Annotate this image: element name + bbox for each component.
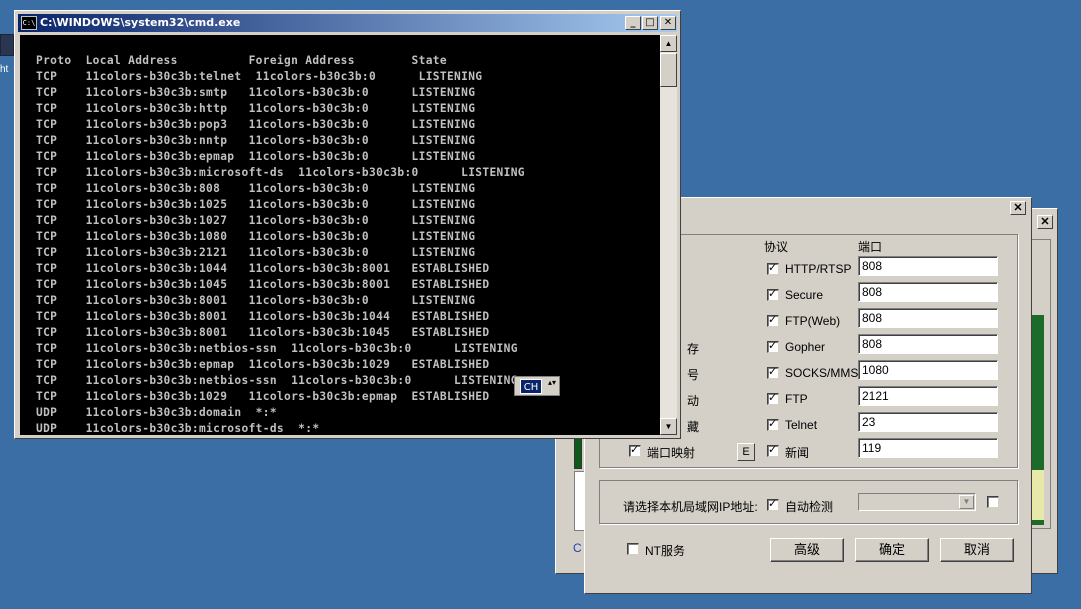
lan-ip-select[interactable]: ▼ bbox=[858, 493, 976, 511]
nt-service-checkbox[interactable] bbox=[627, 543, 639, 555]
ime-options-icon[interactable]: ▴▾ bbox=[546, 379, 558, 394]
news-checkbox[interactable] bbox=[767, 443, 779, 457]
http-rtsp-checkbox[interactable] bbox=[767, 261, 779, 275]
socks-mms-label: SOCKS/MMS bbox=[785, 366, 859, 380]
ftp-web-checkbox[interactable] bbox=[767, 313, 779, 327]
left-option-label-2: 号 bbox=[687, 368, 700, 382]
background-yellow-meter bbox=[1030, 470, 1044, 520]
ok-button[interactable]: 确定 bbox=[855, 538, 929, 562]
telnet-checkbox[interactable] bbox=[767, 417, 779, 431]
port-mapping-label: 端口映射 bbox=[647, 446, 696, 460]
scrollbar-thumb[interactable] bbox=[660, 53, 677, 87]
lan-ip-label: 请选择本机局域网IP地址: bbox=[623, 500, 758, 514]
telnet-port-field[interactable]: 23 bbox=[858, 412, 998, 432]
ime-language-indicator[interactable]: CH bbox=[520, 379, 542, 394]
netstat-output-text: Proto Local Address Foreign Address Stat… bbox=[36, 54, 525, 435]
secure-port-field[interactable]: 808 bbox=[858, 282, 998, 302]
auto-detect-label: 自动检测 bbox=[785, 500, 834, 514]
scroll-down-icon[interactable]: ▼ bbox=[660, 418, 677, 435]
telnet-label: Telnet bbox=[785, 418, 818, 432]
vertical-scrollbar[interactable]: ▲ ▼ bbox=[660, 35, 677, 435]
console-icon[interactable]: C:\ bbox=[21, 16, 37, 30]
background-link-text: C bbox=[573, 541, 582, 555]
protocol-column-header: 协议 bbox=[764, 240, 789, 254]
http-rtsp-label: HTTP/RTSP bbox=[785, 262, 852, 276]
gopher-checkbox[interactable] bbox=[767, 339, 779, 353]
cmd-window-title: C:\WINDOWS\system32\cmd.exe bbox=[40, 16, 241, 29]
left-option-label-3: 动 bbox=[687, 394, 700, 408]
ftp-label: FTP bbox=[785, 392, 808, 406]
ftp-checkbox[interactable] bbox=[767, 391, 779, 405]
ftp-port-field[interactable]: 2121 bbox=[858, 386, 998, 406]
desktop-icon[interactable] bbox=[0, 34, 14, 56]
gopher-port-field[interactable]: 808 bbox=[858, 334, 998, 354]
news-label: 新闻 bbox=[785, 446, 810, 460]
chevron-down-icon[interactable]: ▼ bbox=[959, 495, 974, 509]
socks-mms-port-field[interactable]: 1080 bbox=[858, 360, 998, 380]
console-output-area[interactable]: Proto Local Address Foreign Address Stat… bbox=[20, 35, 660, 435]
minimize-button[interactable]: _ bbox=[625, 16, 641, 30]
ftp-web-port-field[interactable]: 808 bbox=[858, 308, 998, 328]
ime-language-bar[interactable]: CH ▴▾ bbox=[514, 376, 560, 396]
background-dialog-close-button[interactable]: ✕ bbox=[1037, 215, 1053, 229]
dialog-close-button[interactable]: ✕ bbox=[1010, 201, 1026, 215]
socks-mms-checkbox[interactable] bbox=[767, 365, 779, 379]
secure-label: Secure bbox=[785, 288, 824, 302]
http-rtsp-port-field[interactable]: 808 bbox=[858, 256, 998, 276]
cmd-title-bar[interactable]: C:\ C:\WINDOWS\system32\cmd.exe _ □ ✕ bbox=[18, 14, 677, 32]
news-port-field[interactable]: 119 bbox=[858, 438, 998, 458]
close-button[interactable]: ✕ bbox=[660, 16, 676, 30]
advanced-button[interactable]: 高级 bbox=[770, 538, 844, 562]
cancel-button[interactable]: 取消 bbox=[940, 538, 1014, 562]
port-column-header: 端口 bbox=[858, 240, 883, 254]
auto-detect-checkbox[interactable] bbox=[767, 497, 779, 511]
nt-service-label: NT服务 bbox=[645, 544, 685, 558]
lan-ip-extra-checkbox[interactable] bbox=[987, 496, 999, 508]
port-mapping-edit-button[interactable]: E bbox=[737, 443, 755, 461]
cmd-window: C:\ C:\WINDOWS\system32\cmd.exe _ □ ✕ Pr… bbox=[14, 10, 681, 439]
desktop-icon-label: ht bbox=[0, 64, 9, 75]
scroll-up-icon[interactable]: ▲ bbox=[660, 35, 677, 52]
left-option-label-1: 存 bbox=[687, 342, 700, 356]
gopher-label: Gopher bbox=[785, 340, 826, 354]
port-mapping-checkbox[interactable] bbox=[629, 443, 641, 457]
maximize-button[interactable]: □ bbox=[642, 16, 658, 30]
ftp-web-label: FTP(Web) bbox=[785, 314, 841, 328]
left-option-label-4: 藏 bbox=[687, 420, 700, 434]
secure-checkbox[interactable] bbox=[767, 287, 779, 301]
